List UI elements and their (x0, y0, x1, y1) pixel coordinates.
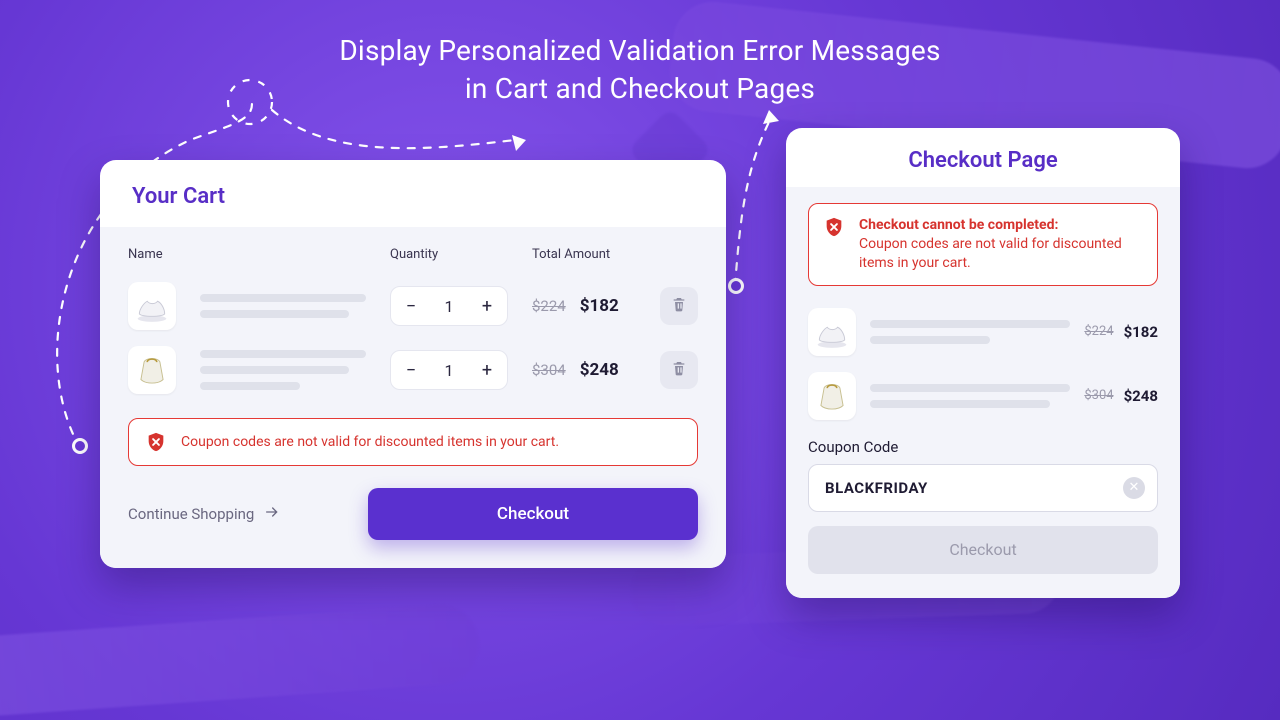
product-thumb (128, 282, 176, 330)
price-new: $182 (580, 296, 619, 316)
continue-shopping-link[interactable]: Continue Shopping (128, 504, 280, 524)
marker-dot (72, 438, 88, 454)
qty-increment[interactable]: + (467, 351, 507, 389)
checkout-item-row: $304 $248 (808, 364, 1158, 428)
col-total: Total Amount (532, 247, 698, 262)
price-old: $304 (532, 361, 566, 379)
qty-increment[interactable]: + (467, 287, 507, 325)
page-headline: Display Personalized Validation Error Me… (0, 32, 1280, 108)
continue-shopping-label: Continue Shopping (128, 505, 254, 523)
qty-decrement[interactable]: − (391, 351, 431, 389)
product-name-placeholder (200, 294, 366, 318)
trash-icon (671, 296, 687, 316)
qty-value: 1 (431, 297, 467, 316)
checkout-error-title: Checkout cannot be completed: (859, 216, 1143, 235)
cart-row: − 1 + $224 $182 (128, 274, 698, 338)
checkout-card: Checkout Page Checkout cannot be complet… (786, 128, 1180, 598)
cart-card: Your Cart Name Quantity Total Amount − 1… (100, 160, 726, 568)
coupon-input[interactable]: BLACKFRIDAY ✕ (808, 464, 1158, 512)
coupon-value: BLACKFRIDAY (825, 479, 1113, 497)
quantity-stepper[interactable]: − 1 + (390, 350, 508, 390)
error-shield-icon (145, 431, 167, 453)
checkout-item-row: $224 $182 (808, 300, 1158, 364)
product-name-placeholder (870, 384, 1070, 408)
price-old: $224 (1084, 324, 1113, 339)
cart-error-text: Coupon codes are not valid for discounte… (181, 434, 559, 450)
remove-item-button[interactable] (660, 287, 698, 325)
price-new: $248 (580, 360, 619, 380)
cart-row: − 1 + $304 $248 (128, 338, 698, 402)
remove-item-button[interactable] (660, 351, 698, 389)
price-new: $182 (1124, 323, 1158, 341)
headline-line2: in Cart and Checkout Pages (465, 72, 815, 105)
arrow-right-icon (264, 504, 280, 524)
product-name-placeholder (200, 350, 366, 390)
clear-coupon-button[interactable]: ✕ (1123, 477, 1145, 499)
checkout-button-disabled: Checkout (808, 526, 1158, 574)
checkout-title: Checkout Page (786, 128, 1180, 187)
coupon-label: Coupon Code (808, 438, 1158, 456)
checkout-button[interactable]: Checkout (368, 488, 698, 540)
close-icon: ✕ (1129, 480, 1140, 495)
error-shield-icon (823, 216, 845, 238)
product-name-placeholder (870, 320, 1070, 344)
price-new: $248 (1124, 387, 1158, 405)
checkout-error-banner: Checkout cannot be completed: Coupon cod… (808, 203, 1158, 286)
col-qty: Quantity (390, 247, 508, 262)
cart-title: Your Cart (100, 160, 726, 227)
product-thumb (808, 308, 856, 356)
price-old: $304 (1084, 388, 1113, 403)
price-old: $224 (532, 297, 566, 315)
quantity-stepper[interactable]: − 1 + (390, 286, 508, 326)
col-name: Name (128, 247, 366, 262)
product-thumb (808, 372, 856, 420)
checkout-error-body: Coupon codes are not valid for discounte… (859, 235, 1143, 273)
qty-value: 1 (431, 361, 467, 380)
headline-line1: Display Personalized Validation Error Me… (339, 34, 940, 67)
qty-decrement[interactable]: − (391, 287, 431, 325)
trash-icon (671, 360, 687, 380)
cart-error-banner: Coupon codes are not valid for discounte… (128, 418, 698, 466)
product-thumb (128, 346, 176, 394)
marker-dot (728, 278, 744, 294)
